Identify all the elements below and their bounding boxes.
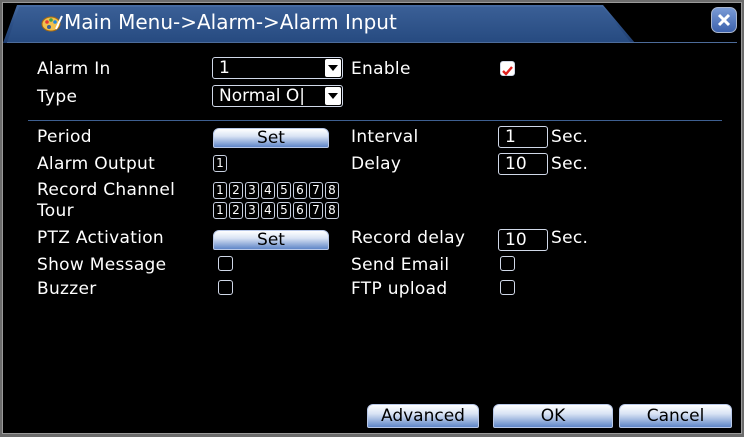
- ptz-activation-label: PTZ Activation: [37, 228, 164, 248]
- delay-label: Delay: [351, 154, 402, 174]
- title-bar: Main Menu->Alarm->Alarm Input: [3, 3, 741, 43]
- buzzer-label: Buzzer: [37, 279, 97, 299]
- show-message-label: Show Message: [37, 255, 167, 275]
- advanced-button[interactable]: Advanced: [367, 404, 479, 428]
- interval-label: Interval: [351, 127, 419, 147]
- tour-channel-5[interactable]: 5: [277, 202, 291, 219]
- send-email-checkbox[interactable]: [500, 256, 515, 271]
- interval-unit: Sec.: [551, 127, 589, 147]
- chevron-down-icon[interactable]: [325, 87, 341, 105]
- ftp-upload-checkbox[interactable]: [500, 280, 515, 295]
- section-divider: [28, 120, 722, 121]
- cancel-button[interactable]: Cancel: [619, 404, 732, 428]
- tour-channel-6[interactable]: 6: [293, 202, 307, 219]
- record-channel-5[interactable]: 5: [277, 182, 291, 199]
- period-set-button[interactable]: Set: [213, 128, 329, 148]
- window-title: Main Menu->Alarm->Alarm Input: [64, 10, 397, 34]
- record-channel-7[interactable]: 7: [309, 182, 323, 199]
- tour-channel-group: 1 2 3 4 5 6 7 8: [213, 202, 341, 219]
- record-channel-label: Record Channel: [37, 180, 176, 200]
- chevron-down-icon[interactable]: [325, 59, 341, 77]
- close-button[interactable]: [711, 7, 737, 33]
- tour-channel-8[interactable]: 8: [325, 202, 339, 219]
- ftp-upload-label: FTP upload: [351, 279, 448, 299]
- delay-value: 10: [505, 154, 527, 174]
- delay-input[interactable]: 10: [498, 153, 548, 175]
- alarm-in-select[interactable]: 1: [212, 57, 343, 79]
- interval-input[interactable]: 1: [498, 126, 548, 148]
- record-channel-2[interactable]: 2: [229, 182, 243, 199]
- tour-channel-2[interactable]: 2: [229, 202, 243, 219]
- record-delay-unit: Sec.: [551, 228, 589, 248]
- alarm-in-label: Alarm In: [37, 59, 111, 79]
- send-email-label: Send Email: [351, 255, 450, 275]
- ptz-set-button[interactable]: Set: [213, 230, 329, 250]
- alarm-output-channel-1[interactable]: 1: [213, 155, 227, 172]
- type-value: Normal O|: [219, 86, 306, 106]
- tour-channel-4[interactable]: 4: [261, 202, 275, 219]
- alarm-output-label: Alarm Output: [37, 154, 156, 174]
- interval-value: 1: [505, 127, 516, 147]
- record-delay-label: Record delay: [351, 228, 466, 248]
- buzzer-checkbox[interactable]: [218, 280, 233, 295]
- ok-button[interactable]: OK: [493, 404, 613, 428]
- close-icon: [717, 13, 731, 27]
- tour-label: Tour: [37, 201, 74, 221]
- tour-channel-1[interactable]: 1: [213, 202, 227, 219]
- type-select[interactable]: Normal O|: [212, 85, 343, 107]
- enable-checkbox[interactable]: [500, 61, 515, 76]
- record-channel-3[interactable]: 3: [245, 182, 259, 199]
- alarm-in-value: 1: [219, 58, 230, 78]
- show-message-checkbox[interactable]: [218, 256, 233, 271]
- check-icon: [502, 66, 513, 76]
- type-label: Type: [37, 87, 78, 107]
- record-delay-value: 10: [505, 230, 527, 250]
- record-delay-input[interactable]: 10: [498, 229, 548, 251]
- tour-channel-3[interactable]: 3: [245, 202, 259, 219]
- record-channel-group: 1 2 3 4 5 6 7 8: [213, 182, 341, 199]
- record-channel-1[interactable]: 1: [213, 182, 227, 199]
- alarm-input-window: Main Menu->Alarm->Alarm Input Alarm In 1…: [2, 2, 742, 434]
- record-channel-4[interactable]: 4: [261, 182, 275, 199]
- record-channel-8[interactable]: 8: [325, 182, 339, 199]
- record-channel-6[interactable]: 6: [293, 182, 307, 199]
- enable-label: Enable: [351, 59, 411, 79]
- delay-unit: Sec.: [551, 154, 589, 174]
- palette-icon: [41, 13, 63, 33]
- alarm-output-channels: 1: [213, 155, 229, 172]
- period-label: Period: [37, 127, 92, 147]
- tour-channel-7[interactable]: 7: [309, 202, 323, 219]
